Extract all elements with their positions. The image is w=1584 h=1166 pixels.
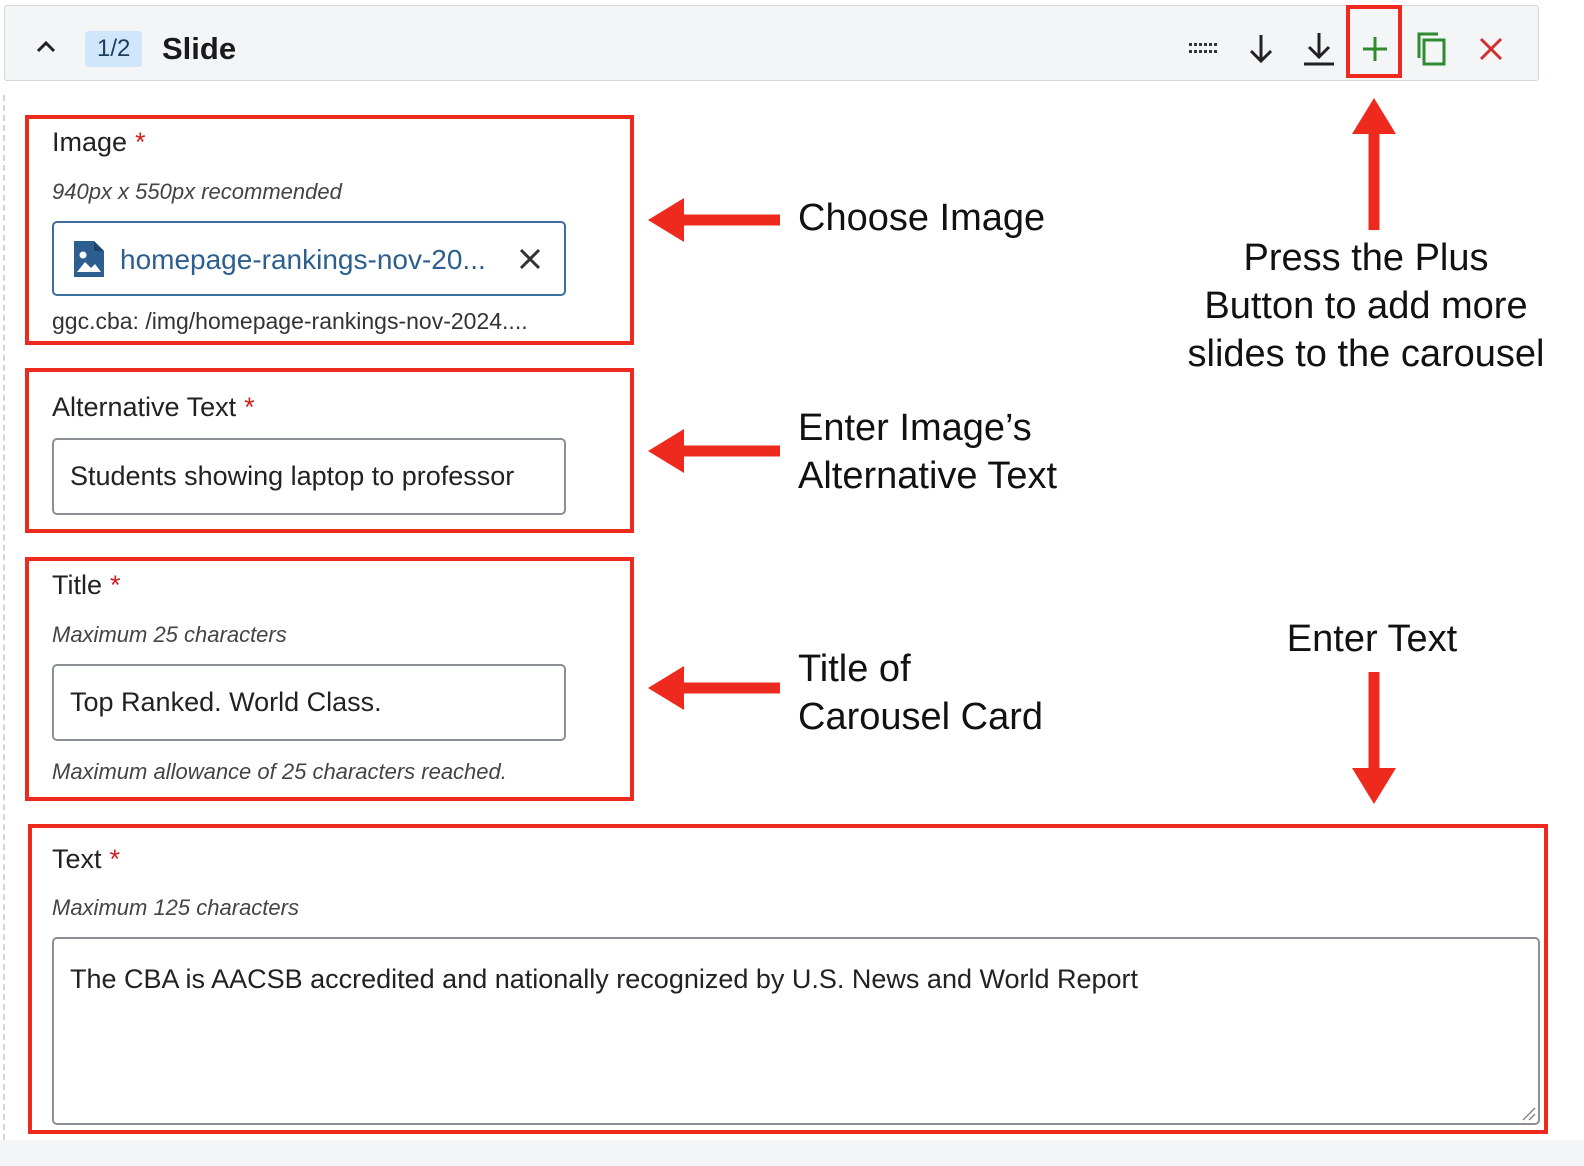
note-choose-image: Choose Image xyxy=(798,197,1046,239)
note-enter-text: Enter Text xyxy=(1286,618,1458,660)
content-edge xyxy=(3,95,5,1140)
arrow-icon xyxy=(648,666,780,710)
plus-button-annotation-box xyxy=(1346,5,1402,78)
note-alt-text: Enter Image’s Alternative Text xyxy=(798,404,1057,500)
move-down-icon[interactable] xyxy=(1241,29,1281,69)
delete-icon[interactable] xyxy=(1471,29,1511,69)
note-alt-text-line1: Enter Image’s xyxy=(798,407,1032,449)
chevron-up-icon[interactable] xyxy=(31,32,61,62)
arrow-icon xyxy=(648,198,780,242)
arrow-icon xyxy=(1352,672,1396,804)
text-annotation-box xyxy=(28,824,1548,1134)
note-plus-line1: Press the Plus xyxy=(1243,237,1489,279)
note-title-line2: Carousel Card xyxy=(798,696,1043,738)
note-plus-line2: Button to add more xyxy=(1204,285,1528,327)
slide-title: Slide xyxy=(162,31,237,66)
title-annotation-box xyxy=(25,557,634,801)
duplicate-icon[interactable] xyxy=(1412,29,1452,69)
slide-header: 1/2 Slide xyxy=(4,5,1539,81)
arrow-icon xyxy=(1352,98,1396,230)
note-plus-line3: slides to the carousel xyxy=(1187,333,1545,375)
drag-handle-icon[interactable] xyxy=(1183,29,1223,69)
alt-text-annotation-box xyxy=(25,368,634,533)
note-alt-text-line2: Alternative Text xyxy=(798,455,1058,497)
arrow-icon xyxy=(648,429,780,473)
footer-strip xyxy=(0,1140,1584,1166)
note-title-line1: Title of xyxy=(798,648,911,690)
slide-counter-badge: 1/2 xyxy=(85,31,143,67)
note-title: Title of Carousel Card xyxy=(798,645,1043,741)
note-plus-button: Press the Plus Button to add more slides… xyxy=(1166,234,1566,378)
move-to-bottom-icon[interactable] xyxy=(1299,29,1339,69)
image-annotation-box xyxy=(25,115,634,345)
